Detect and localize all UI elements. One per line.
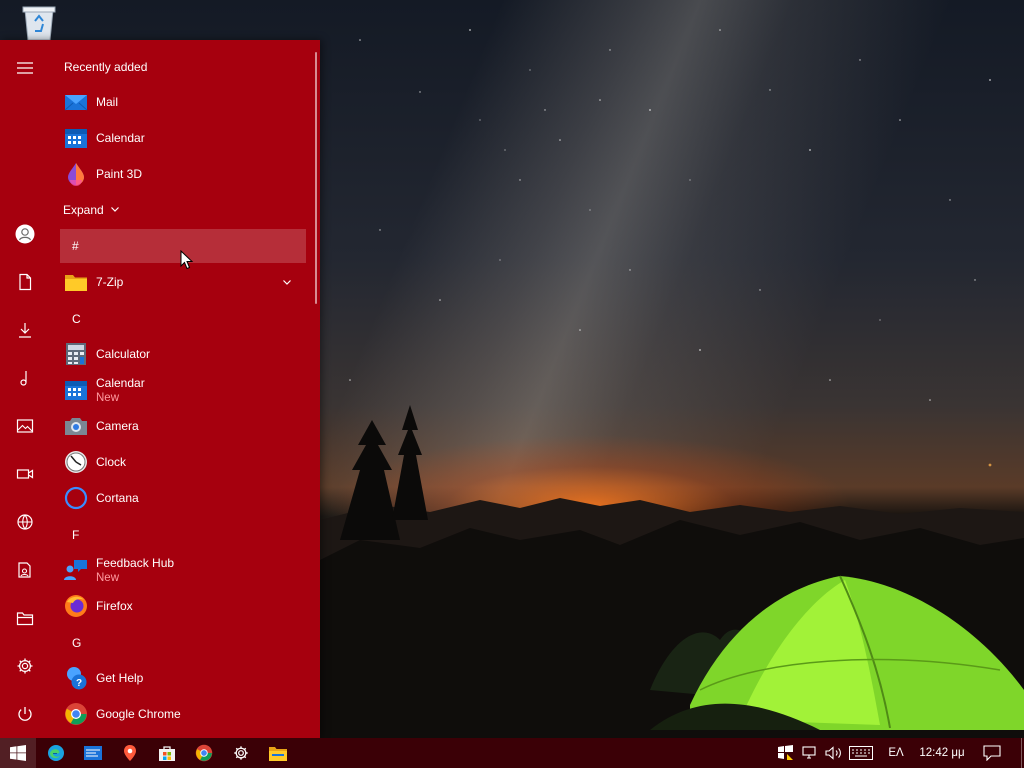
show-desktop-button[interactable] bbox=[1018, 738, 1024, 768]
letter-header-c[interactable]: C bbox=[60, 302, 306, 336]
network-tray-icon[interactable] bbox=[800, 738, 820, 768]
expand-label: Expand bbox=[63, 203, 104, 217]
chrome-icon[interactable] bbox=[186, 738, 222, 768]
start-menu-rail bbox=[0, 40, 50, 738]
calendar-icon bbox=[64, 378, 88, 402]
app-label: 7-Zip bbox=[96, 275, 124, 289]
svg-text:?: ? bbox=[76, 678, 82, 689]
start-menu: Recently added Mail Calendar Paint 3D Ex… bbox=[0, 40, 320, 738]
language-indicator[interactable]: ΕΛ bbox=[882, 738, 910, 768]
camera-icon bbox=[64, 414, 88, 438]
app-list: Recently added Mail Calendar Paint 3D Ex… bbox=[50, 40, 320, 738]
music-icon[interactable] bbox=[0, 358, 50, 398]
app-label: Firefox bbox=[96, 599, 133, 613]
recently-added-title: Recently added bbox=[64, 60, 148, 74]
folder-icon bbox=[64, 270, 88, 294]
app-label: Cortana bbox=[96, 491, 139, 505]
app-label: Calculator bbox=[96, 347, 151, 361]
new-badge: New bbox=[96, 392, 120, 404]
volume-icon[interactable] bbox=[823, 738, 845, 768]
settings-icon[interactable] bbox=[223, 738, 259, 768]
app-label: Camera bbox=[96, 419, 139, 433]
letter-header-f[interactable]: F bbox=[60, 518, 306, 552]
firefox-icon bbox=[64, 594, 88, 618]
recycle-bin-icon[interactable] bbox=[16, 4, 62, 44]
app-label: Feedback Hub bbox=[96, 556, 175, 570]
power-icon[interactable] bbox=[0, 694, 50, 734]
taskbar-time: 12:42 μμ bbox=[919, 747, 965, 759]
app-item-google-chrome[interactable]: Google Chrome bbox=[60, 696, 306, 732]
clock-button[interactable]: 12:42 μμ bbox=[912, 738, 972, 768]
app-item-paint3d[interactable]: Paint 3D bbox=[60, 156, 306, 192]
get-help-icon: ? bbox=[64, 666, 88, 690]
app-item-clock[interactable]: Clock bbox=[60, 444, 306, 480]
app-item-cortana[interactable]: Cortana bbox=[60, 480, 306, 516]
edge-icon[interactable] bbox=[38, 738, 74, 768]
touch-keyboard-icon[interactable] bbox=[847, 738, 875, 768]
personal-folder-icon[interactable] bbox=[0, 550, 50, 590]
maps-icon[interactable] bbox=[112, 738, 148, 768]
letter-header-g[interactable]: G bbox=[60, 626, 306, 660]
mail-store-icon[interactable] bbox=[75, 738, 111, 768]
hamburger-menu-icon[interactable] bbox=[0, 48, 50, 88]
mouse-cursor-icon bbox=[180, 250, 194, 270]
windows-start-icon[interactable] bbox=[0, 738, 36, 768]
settings-icon[interactable] bbox=[0, 646, 50, 686]
documents-icon[interactable] bbox=[0, 262, 50, 302]
file-explorer-icon[interactable] bbox=[260, 738, 296, 768]
clock-icon bbox=[64, 450, 88, 474]
file-explorer-icon[interactable] bbox=[0, 598, 50, 638]
app-item-calendar[interactable]: Calendar bbox=[60, 120, 306, 156]
app-label: Mail bbox=[96, 95, 119, 109]
pictures-icon[interactable] bbox=[0, 406, 50, 446]
mail-icon bbox=[64, 90, 88, 114]
chevron-down-icon[interactable] bbox=[282, 276, 292, 290]
app-item-firefox[interactable]: Firefox bbox=[60, 588, 306, 624]
videos-icon[interactable] bbox=[0, 454, 50, 494]
action-center-icon[interactable] bbox=[978, 738, 1006, 768]
calculator-icon bbox=[64, 342, 88, 366]
app-item-get-help[interactable]: ? Get Help bbox=[60, 660, 306, 696]
calendar-icon bbox=[64, 126, 88, 150]
app-item-camera[interactable]: Camera bbox=[60, 408, 306, 444]
feedback-hub-icon bbox=[64, 558, 88, 582]
network-icon[interactable] bbox=[0, 502, 50, 542]
app-label: Get Help bbox=[96, 671, 144, 685]
app-label: Google Chrome bbox=[96, 707, 181, 721]
microsoft-store-icon[interactable] bbox=[149, 738, 185, 768]
chevron-down-icon bbox=[110, 203, 120, 217]
app-item-calculator[interactable]: Calculator bbox=[60, 336, 306, 372]
chrome-icon bbox=[64, 702, 88, 726]
app-label: Paint 3D bbox=[96, 167, 143, 181]
downloads-icon[interactable] bbox=[0, 310, 50, 350]
expand-recent-button[interactable]: Expand bbox=[63, 202, 120, 218]
app-item-feedback-hub[interactable]: Feedback Hub New bbox=[60, 552, 306, 588]
app-label: Clock bbox=[96, 455, 127, 469]
app-item-mail[interactable]: Mail bbox=[60, 84, 306, 120]
paint3d-icon bbox=[64, 162, 88, 186]
new-badge: New bbox=[96, 572, 120, 584]
cortana-icon bbox=[64, 486, 88, 510]
app-label: Calendar bbox=[96, 376, 145, 390]
app-item-calendar-new[interactable]: Calendar New bbox=[60, 372, 306, 408]
language-label: ΕΛ bbox=[888, 747, 904, 759]
app-list-scrollbar[interactable] bbox=[315, 52, 317, 304]
security-warning-icon[interactable] bbox=[776, 738, 796, 768]
user-account-icon[interactable] bbox=[0, 214, 50, 254]
app-label: Calendar bbox=[96, 131, 145, 145]
taskbar: ΕΛ 12:42 μμ bbox=[0, 738, 1024, 768]
